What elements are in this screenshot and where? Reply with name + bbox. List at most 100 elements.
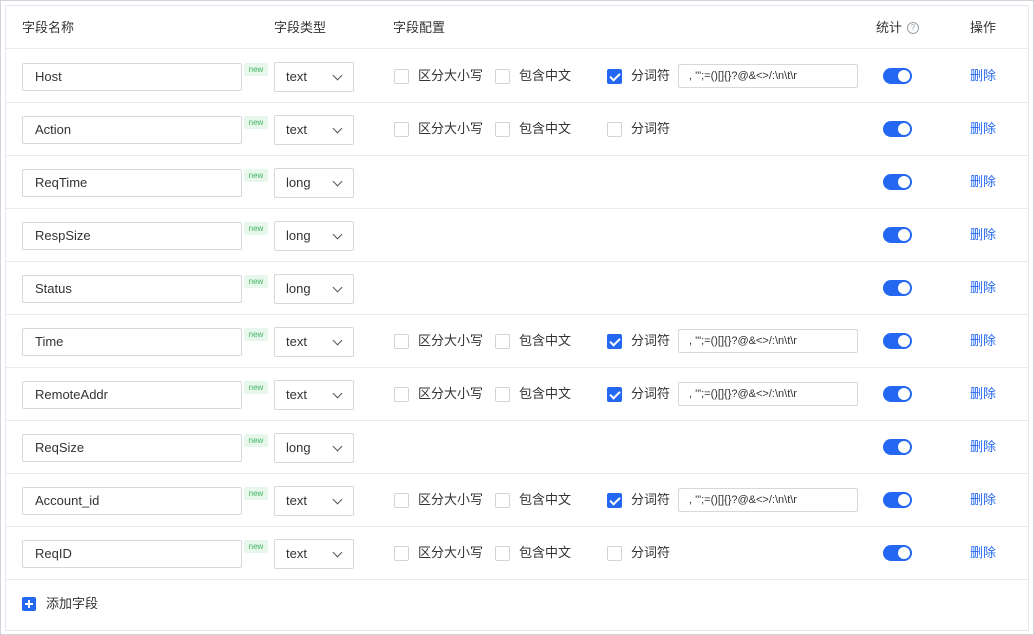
tokenizer-checkbox[interactable] [607,122,622,137]
delete-link[interactable]: 删除 [970,225,996,245]
include-chinese-checkbox[interactable] [495,546,510,561]
include-chinese-label: 包含中文 [519,333,572,348]
stats-toggle[interactable] [883,492,912,508]
stats-toggle[interactable] [883,439,912,455]
include-chinese-label: 包含中文 [519,68,572,83]
table-row: RemoteAddr new text 区分大小写 包含中文 分词符 , '";=()[]{… [6,368,1028,421]
tokenizer-label: 分词符 [631,333,671,348]
tokenizer-input[interactable]: , '";=()[]{}?@&<>/:\n\t\r [678,329,858,353]
field-name-input[interactable]: RespSize [22,222,242,250]
delete-link[interactable]: 删除 [970,172,996,192]
header-stats-label: 统计 [876,20,903,35]
chevron-down-icon [332,388,343,399]
include-chinese-checkbox[interactable] [495,387,510,402]
field-name-input[interactable]: Action [22,116,242,144]
delete-link[interactable]: 删除 [970,490,996,510]
stats-toggle[interactable] [883,333,912,349]
tokenizer-checkbox[interactable] [607,69,622,84]
stats-toggle[interactable] [883,121,912,137]
tokenizer-input[interactable]: , '";=()[]{}?@&<>/:\n\t\r [678,488,858,512]
case-sensitive-checkbox[interactable] [394,546,409,561]
stats-toggle[interactable] [883,280,912,296]
header-stats: 统计? [876,6,920,49]
new-badge: new [244,169,268,182]
table-row: Time new text 区分大小写 包含中文 分词符 , '";=()[]{}?@&<>… [6,315,1028,368]
case-sensitive-checkbox[interactable] [394,122,409,137]
question-circle-icon[interactable]: ? [907,21,920,34]
include-chinese-checkbox[interactable] [495,334,510,349]
include-chinese-checkbox[interactable] [495,493,510,508]
field-type-select[interactable]: long [274,168,354,198]
header-field-type: 字段类型 [274,20,327,35]
chevron-down-icon [332,123,343,134]
new-badge: new [244,275,268,288]
field-name-input[interactable]: Account_id [22,487,242,515]
case-sensitive-label: 区分大小写 [418,386,484,401]
case-sensitive-label: 区分大小写 [418,121,484,136]
tokenizer-label: 分词符 [631,386,671,401]
field-type-select[interactable]: text [274,539,354,569]
field-type-select[interactable]: long [274,274,354,304]
field-type-select[interactable]: text [274,62,354,92]
include-chinese-checkbox[interactable] [495,122,510,137]
stats-toggle[interactable] [883,386,912,402]
chevron-down-icon [332,176,343,187]
tokenizer-checkbox[interactable] [607,493,622,508]
delete-link[interactable]: 删除 [970,278,996,298]
field-type-select[interactable]: text [274,115,354,145]
field-type-select[interactable]: text [274,486,354,516]
field-type-value: long [286,175,311,190]
field-name-input[interactable]: ReqTime [22,169,242,197]
field-name-input[interactable]: ReqSize [22,434,242,462]
delete-link[interactable]: 删除 [970,119,996,139]
case-sensitive-label: 区分大小写 [418,333,484,348]
delete-link[interactable]: 删除 [970,437,996,457]
chevron-down-icon [332,441,343,452]
chevron-down-icon [332,494,343,505]
stats-toggle[interactable] [883,227,912,243]
tokenizer-label: 分词符 [631,492,671,507]
add-field-label: 添加字段 [46,596,99,611]
new-badge: new [244,116,268,129]
case-sensitive-checkbox[interactable] [394,69,409,84]
chevron-down-icon [332,335,343,346]
case-sensitive-checkbox[interactable] [394,493,409,508]
case-sensitive-checkbox[interactable] [394,334,409,349]
tokenizer-input[interactable]: , '";=()[]{}?@&<>/:\n\t\r [678,64,858,88]
field-type-value: text [286,493,307,508]
field-type-select[interactable]: text [274,380,354,410]
delete-link[interactable]: 删除 [970,331,996,351]
case-sensitive-checkbox[interactable] [394,387,409,402]
tokenizer-input[interactable]: , '";=()[]{}?@&<>/:\n\t\r [678,382,858,406]
table-header: 字段名称 字段类型 字段配置 统计? 操作 [6,6,1028,49]
field-type-value: long [286,228,311,243]
tokenizer-checkbox[interactable] [607,546,622,561]
delete-link[interactable]: 删除 [970,384,996,404]
chevron-down-icon [332,70,343,81]
header-field-name: 字段名称 [22,20,75,35]
table-row: Host new text 区分大小写 包含中文 分词符 , '";=()[]{}?@&<>… [6,50,1028,103]
include-chinese-checkbox[interactable] [495,69,510,84]
header-field-config: 字段配置 [393,20,446,35]
plus-icon [22,597,36,611]
table-row: Account_id new text 区分大小写 包含中文 分词符 , '";=()[]{… [6,474,1028,527]
tokenizer-checkbox[interactable] [607,334,622,349]
tokenizer-label: 分词符 [631,121,671,136]
include-chinese-label: 包含中文 [519,492,572,507]
field-name-input[interactable]: Host [22,63,242,91]
tokenizer-checkbox[interactable] [607,387,622,402]
field-type-select[interactable]: long [274,221,354,251]
field-type-select[interactable]: long [274,433,354,463]
field-name-input[interactable]: ReqID [22,540,242,568]
field-name-input[interactable]: Status [22,275,242,303]
new-badge: new [244,434,268,447]
delete-link[interactable]: 删除 [970,66,996,86]
field-type-select[interactable]: text [274,327,354,357]
stats-toggle[interactable] [883,545,912,561]
field-name-input[interactable]: Time [22,328,242,356]
stats-toggle[interactable] [883,174,912,190]
stats-toggle[interactable] [883,68,912,84]
new-badge: new [244,487,268,500]
field-name-input[interactable]: RemoteAddr [22,381,242,409]
delete-link[interactable]: 删除 [970,543,996,563]
